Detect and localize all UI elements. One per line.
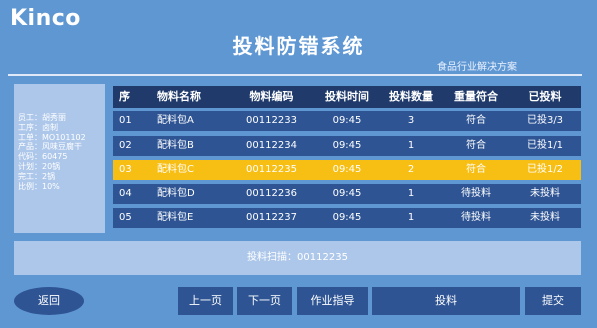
page-subtitle: 食品行业解决方案 [437, 62, 517, 73]
info-code: 代码：60475 [18, 152, 68, 162]
col-header-time: 投料时间 [325, 90, 369, 103]
cell-seq: 04 [119, 188, 132, 199]
table-row[interactable]: 04 配料包D 00112236 09:45 1 待投料 未投料 [113, 184, 581, 204]
col-header-seq: 序 [119, 90, 130, 103]
cell-seq: 05 [119, 212, 132, 223]
cell-fed: 已投1/2 [526, 164, 564, 175]
cell-weight: 符合 [466, 140, 486, 151]
table-row[interactable]: 01 配料包A 00112233 09:45 3 符合 已投3/3 [113, 111, 581, 131]
info-plan: 计划：20锅 [18, 161, 61, 171]
cell-code: 00112236 [246, 188, 297, 199]
kinco-logo: Kinco [10, 6, 81, 31]
cell-code: 00112235 [246, 164, 297, 175]
cell-seq: 03 [119, 164, 132, 175]
cell-qty: 2 [407, 164, 415, 175]
table-row-selected[interactable]: 03 配料包C 00112235 09:45 2 符合 已投1/2 [113, 160, 581, 180]
cell-qty: 1 [407, 212, 415, 223]
cell-qty: 1 [407, 188, 415, 199]
feed-button[interactable]: 投料 [372, 287, 520, 315]
col-header-fed: 已投料 [528, 90, 562, 103]
cell-time: 09:45 [332, 164, 362, 175]
material-table: 序 物料名称 物料编码 投料时间 投料数量 重量符合 已投料 01 配料包A 0… [113, 86, 581, 232]
work-guide-button[interactable]: 作业指导 [297, 287, 368, 315]
header-divider [8, 74, 582, 76]
cell-fed: 未投料 [530, 188, 560, 199]
page-title: 投料防错系统 [232, 34, 365, 58]
table-header: 序 物料名称 物料编码 投料时间 投料数量 重量符合 已投料 [113, 86, 581, 108]
back-button[interactable]: 返回 [14, 287, 84, 315]
info-process: 工序：卤制 [18, 122, 58, 132]
col-header-name: 物料名称 [157, 90, 201, 103]
info-workorder: 工单：MO101102 [18, 132, 86, 142]
worker-info-panel: 员工：胡秀丽 工序：卤制 工单：MO101102 产品：风味豆腐干 代码：604… [14, 84, 105, 233]
col-header-weight: 重量符合 [454, 90, 498, 103]
info-completed: 完工：2锅 [18, 171, 56, 181]
scan-field[interactable]: 投料扫描：00112235 [14, 241, 581, 275]
cell-weight: 待投料 [461, 212, 491, 223]
cell-weight: 待投料 [461, 188, 491, 199]
cell-code: 00112234 [246, 140, 297, 151]
cell-time: 09:45 [332, 115, 362, 126]
cell-name: 配料包E [157, 212, 194, 223]
table-row[interactable]: 05 配料包E 00112237 09:45 1 待投料 未投料 [113, 208, 581, 228]
cell-seq: 02 [119, 140, 132, 151]
cell-fed: 未投料 [530, 212, 560, 223]
info-employee: 员工：胡秀丽 [18, 113, 66, 122]
submit-button[interactable]: 提交 [525, 287, 581, 315]
cell-time: 09:45 [332, 140, 362, 151]
cell-qty: 1 [407, 140, 415, 151]
col-header-code: 物料编码 [249, 90, 294, 103]
cell-fed: 已投3/3 [526, 115, 564, 126]
prev-page-button[interactable]: 上一页 [178, 287, 233, 315]
cell-name: 配料包B [157, 140, 194, 151]
cell-name: 配料包A [157, 115, 194, 126]
cell-weight: 符合 [466, 115, 486, 126]
cell-name: 配料包C [157, 164, 194, 175]
cell-time: 09:45 [332, 188, 362, 199]
cell-code: 00112233 [246, 115, 297, 126]
col-header-qty: 投料数量 [389, 90, 433, 103]
cell-time: 09:45 [332, 212, 362, 223]
cell-name: 配料包D [157, 188, 195, 199]
cell-fed: 已投1/1 [526, 140, 564, 151]
info-product: 产品：风味豆腐干 [18, 142, 82, 152]
cell-qty: 3 [407, 115, 415, 126]
cell-seq: 01 [119, 115, 132, 126]
next-page-button[interactable]: 下一页 [237, 287, 292, 315]
cell-weight: 符合 [466, 164, 486, 175]
table-row[interactable]: 02 配料包B 00112234 09:45 1 符合 已投1/1 [113, 136, 581, 156]
info-ratio: 比例：10% [18, 181, 60, 191]
cell-code: 00112237 [246, 212, 297, 223]
